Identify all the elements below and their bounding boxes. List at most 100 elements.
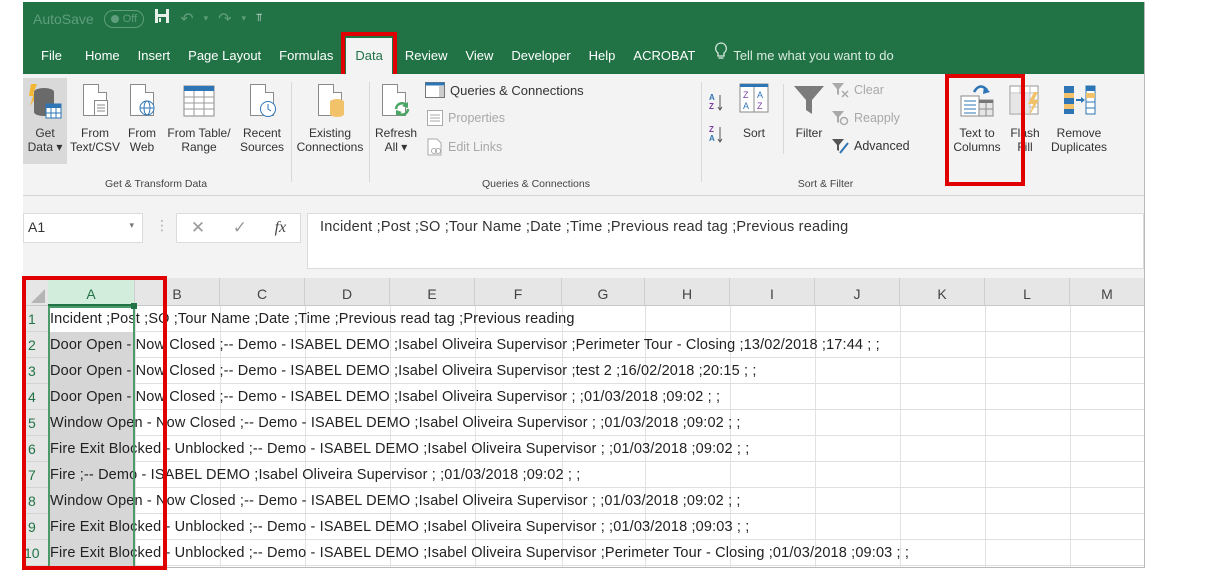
cancel-icon[interactable]: ✕	[191, 218, 205, 238]
group-label-queries: Queries & Connections	[482, 178, 590, 190]
advanced-filter-button[interactable]: Advanced	[831, 138, 910, 154]
row-header[interactable]: 3	[23, 358, 48, 384]
existing-connections-button[interactable]: Existing Connections	[295, 78, 365, 154]
cell-a3[interactable]: Door Open - Now Closed ;-- Demo - ISABEL…	[50, 358, 757, 384]
formula-bar-area: A1 ▾ ⋮ ✕ ✓ fx Incident ;Post ;SO ;Tour N…	[23, 197, 1144, 275]
row-header[interactable]: 9	[23, 514, 48, 540]
column-header-j[interactable]: J	[815, 278, 900, 306]
filter-button[interactable]: Filter	[789, 78, 829, 140]
cell-a8[interactable]: Window Open - Now Closed ;-- Demo - ISAB…	[50, 488, 741, 514]
row-header[interactable]: 10	[23, 540, 48, 566]
column-header-c[interactable]: C	[220, 278, 305, 306]
tab-formulas[interactable]: Formulas	[270, 38, 342, 74]
formula-input[interactable]: Incident ;Post ;SO ;Tour Name ;Date ;Tim…	[307, 213, 1144, 269]
redo-icon[interactable]: ↷	[218, 9, 231, 29]
name-box-dropdown-icon[interactable]: ▾	[129, 220, 134, 231]
fill-handle[interactable]	[131, 303, 137, 309]
sort-button[interactable]: ZAAZ Sort	[733, 78, 775, 140]
row-header[interactable]: 5	[23, 410, 48, 436]
excel-window: AutoSave Off ↶ ▾ ↷ ▾ ⫪ File Home Insert …	[23, 2, 1145, 568]
customize-qat-icon[interactable]: ⫪	[256, 12, 262, 25]
group-queries-connections: Refresh All ▾ Queries & Connections Prop…	[371, 78, 701, 192]
cell-a7[interactable]: Fire ;-- Demo - ISABEL DEMO ;Isabel Oliv…	[50, 462, 580, 488]
redo-dropdown-icon[interactable]: ▾	[242, 13, 247, 24]
edit-links-label: Edit Links	[448, 140, 503, 154]
column-header-m[interactable]: M	[1070, 278, 1144, 306]
cell-a1[interactable]: Incident ;Post ;SO ;Tour Name ;Date ;Tim…	[50, 306, 575, 332]
properties-button[interactable]: Properties	[427, 110, 505, 126]
undo-dropdown-icon[interactable]: ▾	[204, 13, 209, 24]
tell-me-search[interactable]: Tell me what you want to do	[704, 38, 894, 74]
sort-z-to-a-button[interactable]: ZA	[709, 124, 723, 144]
column-header-a[interactable]: A	[48, 278, 135, 306]
tab-review[interactable]: Review	[396, 38, 457, 74]
tab-file[interactable]: File	[23, 38, 76, 74]
autosave-toggle[interactable]: Off	[103, 9, 145, 28]
group-sort-filter: AZ ZA ZAAZ Sort Filter Clear Reapply Adv…	[703, 78, 948, 192]
reapply-filter-button[interactable]: Reapply	[831, 110, 900, 126]
row-header[interactable]: 1	[23, 306, 48, 332]
filter-label: Filter	[795, 126, 823, 140]
column-header-l[interactable]: L	[985, 278, 1070, 306]
tab-view[interactable]: View	[456, 38, 502, 74]
row-header[interactable]: 6	[23, 436, 48, 462]
highlight-text-to-columns	[945, 74, 1025, 186]
column-header-b[interactable]: B	[135, 278, 220, 306]
from-web-button[interactable]: From Web	[123, 78, 161, 154]
undo-icon[interactable]: ↶	[180, 9, 193, 29]
cell-a4[interactable]: Door Open - Now Closed ;-- Demo - ISABEL…	[50, 384, 720, 410]
tab-data[interactable]: Data	[341, 32, 398, 78]
queries-connections-button[interactable]: Queries & Connections	[425, 82, 584, 98]
column-header-k[interactable]: K	[900, 278, 985, 306]
svg-text:A: A	[743, 101, 749, 111]
recent-sources-label-2: Sources	[239, 140, 285, 154]
column-header-i[interactable]: I	[730, 278, 815, 306]
recent-sources-button[interactable]: Recent Sources	[235, 78, 289, 154]
insert-function-icon[interactable]: fx	[275, 219, 287, 237]
column-header-h[interactable]: H	[645, 278, 730, 306]
cell-a5[interactable]: Window Open - Now Closed ;-- Demo - ISAB…	[50, 410, 741, 436]
tab-developer[interactable]: Developer	[502, 38, 579, 74]
save-icon[interactable]	[154, 8, 170, 29]
cell-a6[interactable]: Fire Exit Blocked - Unblocked ;-- Demo -…	[50, 436, 749, 462]
row-header[interactable]: 4	[23, 384, 48, 410]
remove-duplicates-button[interactable]: Remove Duplicates	[1046, 78, 1112, 154]
tab-help[interactable]: Help	[580, 38, 625, 74]
reapply-icon	[832, 111, 849, 126]
column-header-e[interactable]: E	[390, 278, 475, 306]
from-table-range-button[interactable]: From Table/ Range	[163, 78, 235, 154]
row-header[interactable]: 8	[23, 488, 48, 514]
tab-page-layout[interactable]: Page Layout	[179, 38, 270, 74]
remove-duplicates-label-1: Remove	[1056, 126, 1102, 140]
tab-home[interactable]: Home	[76, 38, 129, 74]
row-header[interactable]: 7	[23, 462, 48, 488]
refresh-all-button[interactable]: Refresh All ▾	[371, 78, 421, 154]
tab-acrobat[interactable]: ACROBAT	[624, 38, 704, 74]
lightbulb-icon	[714, 38, 728, 74]
table-row: Fire Exit Blocked - Unblocked ;-- Demo -…	[48, 436, 1144, 462]
from-text-csv-button[interactable]: From Text/CSV	[69, 78, 121, 154]
cell-a9[interactable]: Fire Exit Blocked - Unblocked ;-- Demo -…	[50, 514, 749, 540]
cell-a2[interactable]: Door Open - Now Closed ;-- Demo - ISABEL…	[50, 332, 880, 358]
worksheet-grid[interactable]: ABCDEFGHIJKLM 1 Incident ;Post ;SO ;Tour …	[23, 278, 1144, 567]
get-data-button[interactable]: Get Data ▾	[23, 78, 67, 164]
select-all-button[interactable]	[23, 278, 48, 306]
formula-bar-grip-icon[interactable]: ⋮	[155, 217, 169, 234]
row-header[interactable]: 2	[23, 332, 48, 358]
tab-insert[interactable]: Insert	[129, 38, 180, 74]
existing-connections-icon	[313, 82, 347, 122]
edit-links-button[interactable]: Edit Links	[427, 138, 502, 156]
column-header-g[interactable]: G	[562, 278, 645, 306]
enter-icon[interactable]: ✓	[233, 218, 247, 238]
column-header-f[interactable]: F	[475, 278, 562, 306]
clear-filter-button[interactable]: Clear	[831, 82, 884, 98]
sort-a-to-z-button[interactable]: AZ	[709, 92, 723, 112]
column-header-d[interactable]: D	[305, 278, 390, 306]
svg-text:Z: Z	[743, 90, 749, 100]
name-box[interactable]: A1 ▾	[23, 213, 143, 243]
advanced-filter-icon	[832, 139, 849, 154]
edit-links-icon	[427, 138, 442, 156]
autosave-label: AutoSave	[33, 10, 94, 27]
refresh-label-1: Refresh	[374, 126, 418, 140]
cell-a10[interactable]: Fire Exit Blocked - Unblocked ;-- Demo -…	[50, 540, 909, 566]
